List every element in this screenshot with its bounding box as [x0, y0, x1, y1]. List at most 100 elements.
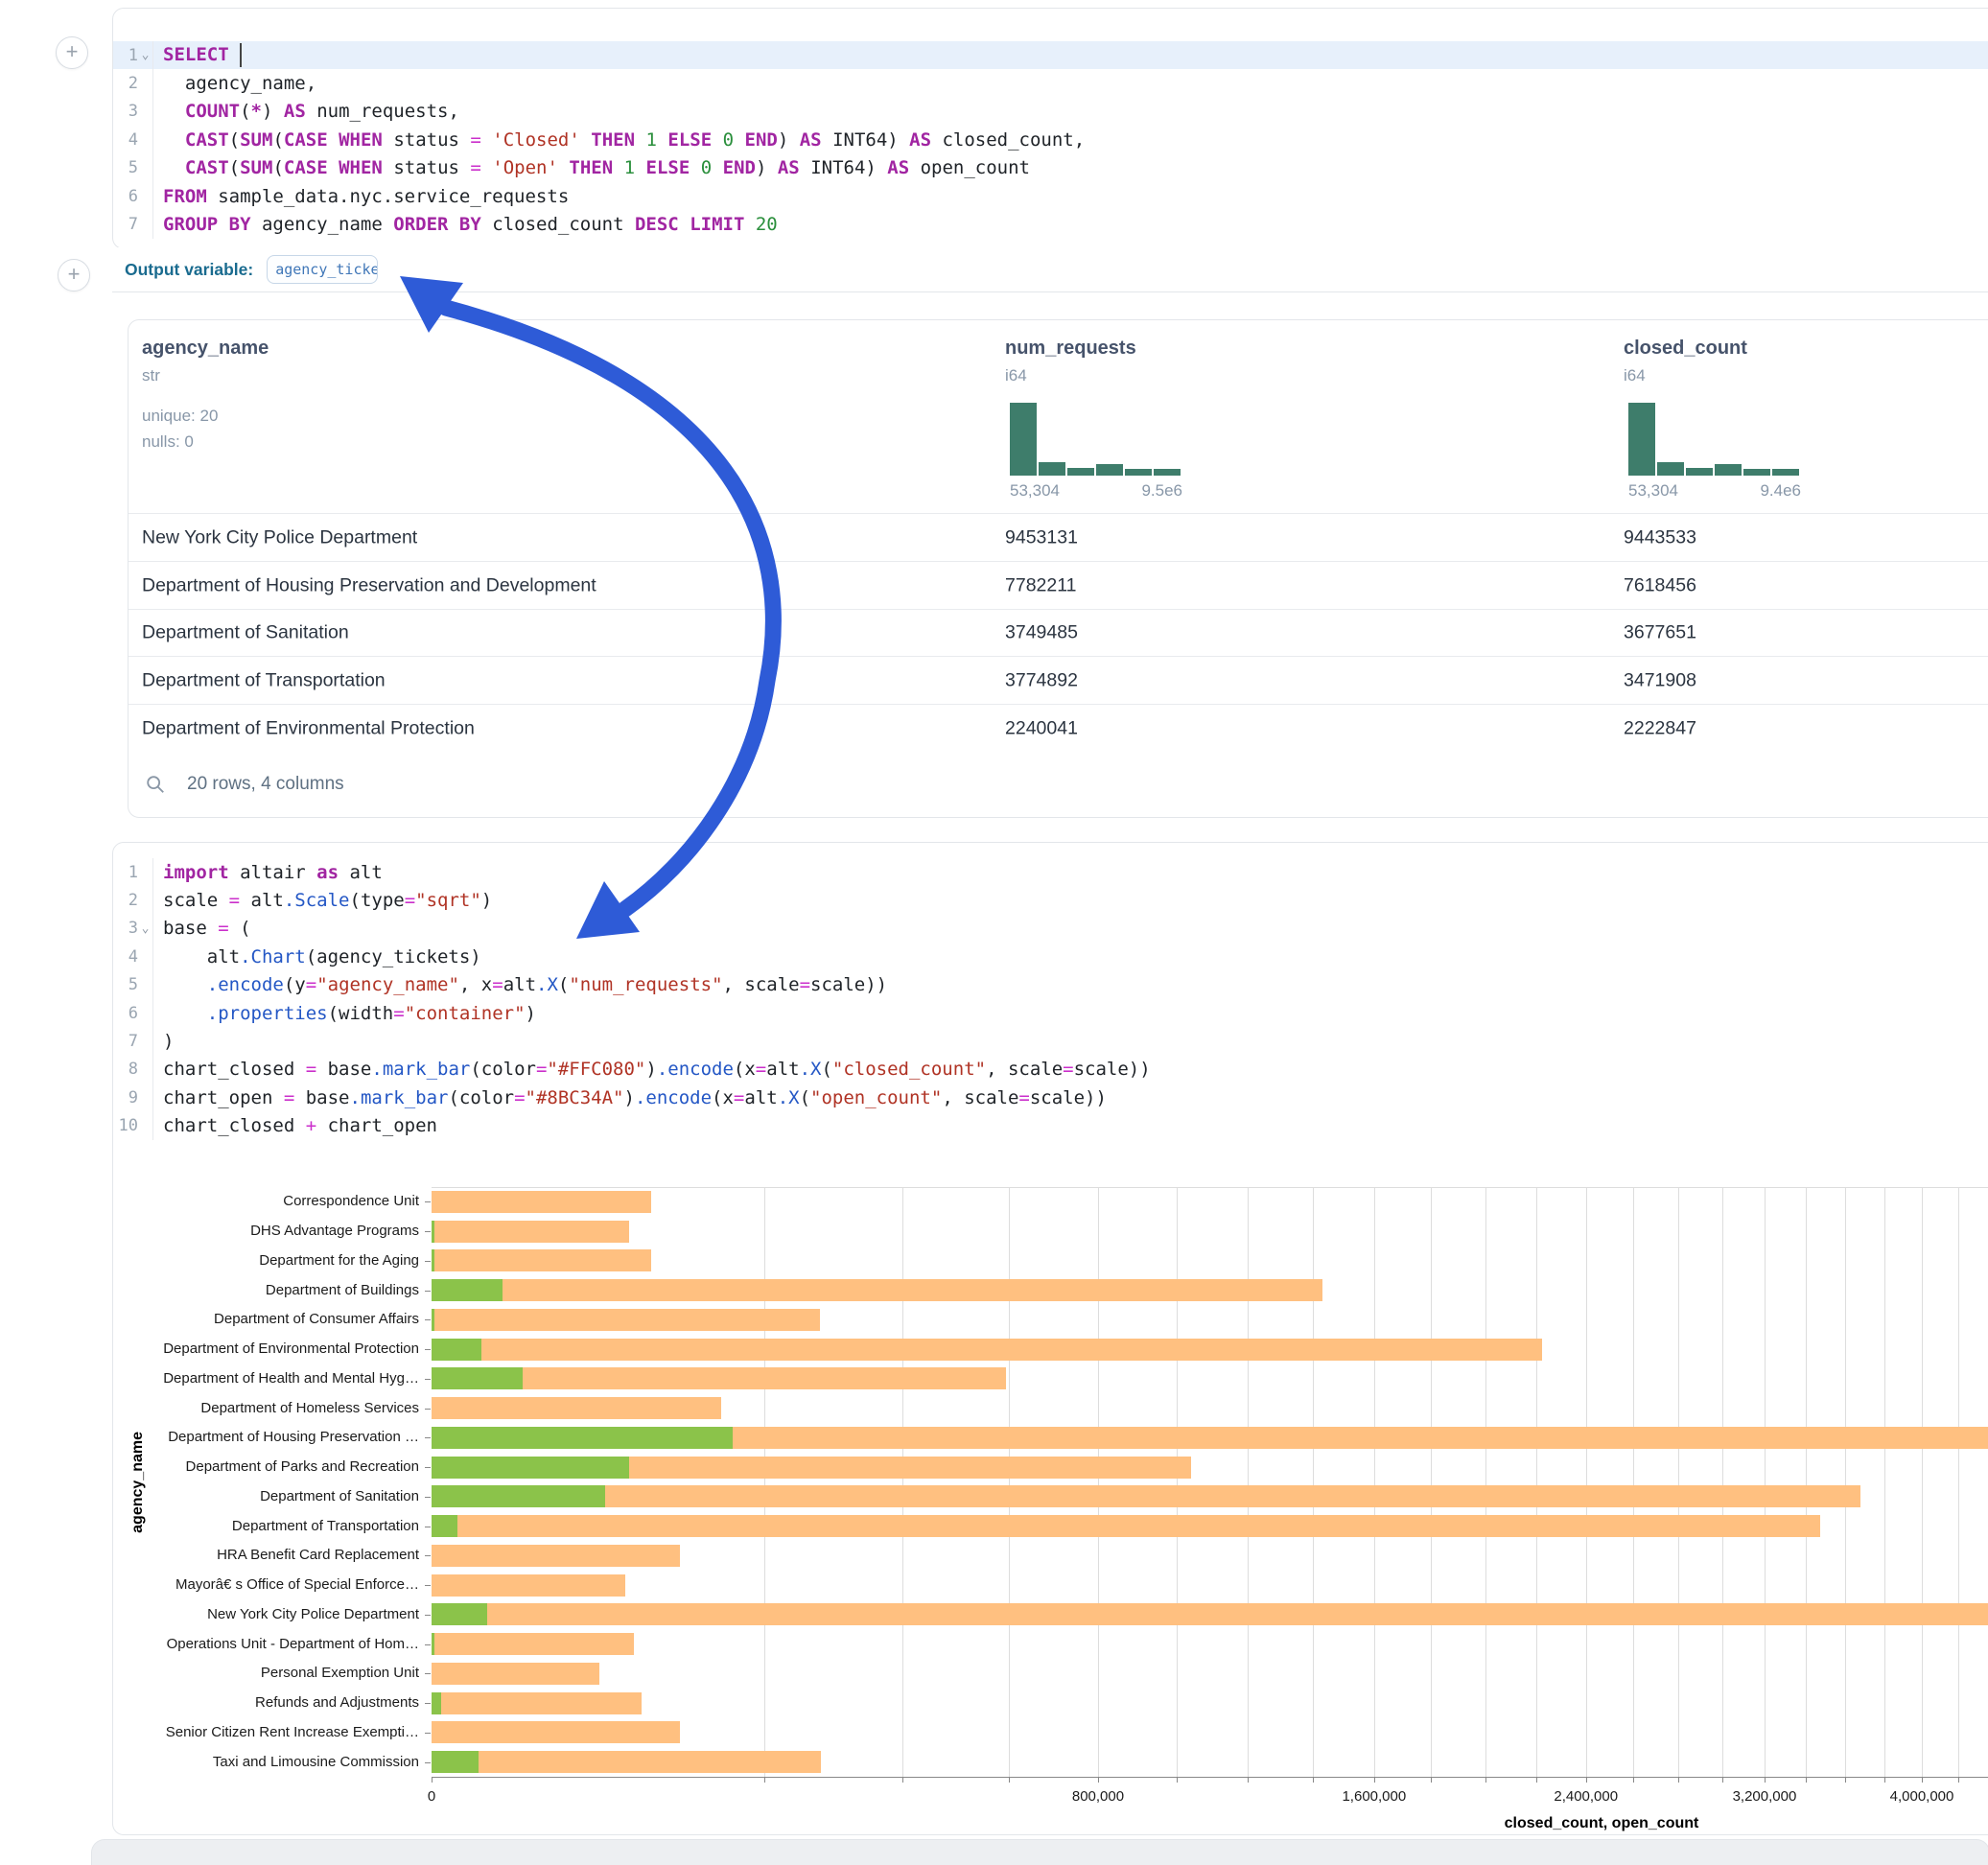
code-line[interactable]: 3 COUNT(*) AS num_requests,	[113, 98, 1988, 126]
cell-closed-count: 7618456	[1624, 574, 1696, 596]
histogram-min-label: 53,304	[1628, 481, 1678, 501]
line-number: 6	[113, 187, 138, 206]
chart-gridline	[1845, 1187, 1846, 1777]
column-header[interactable]: num_requests	[1005, 338, 1136, 360]
chart-gridline	[1009, 1187, 1010, 1777]
code-line[interactable]: 7GROUP BY agency_name ORDER BY closed_co…	[113, 210, 1988, 238]
column-header[interactable]: closed_count	[1624, 338, 1747, 360]
line-number: 4	[113, 130, 138, 150]
chart-gridline	[1722, 1187, 1723, 1777]
line-number: 5	[113, 158, 138, 177]
add-cell-button[interactable]: +	[56, 36, 88, 69]
y-axis-title-text: agency_name	[129, 1432, 147, 1533]
chart-gridline	[1633, 1187, 1634, 1777]
table-row[interactable]: Department of Environmental Protection22…	[129, 704, 1988, 753]
y-tick	[425, 1555, 431, 1556]
chart-gridline	[902, 1187, 903, 1777]
y-tick-label: Correspondence Unit	[113, 1193, 419, 1209]
cell-agency-name: Department of Sanitation	[142, 622, 349, 644]
bar-open-count	[432, 1249, 434, 1271]
bar-open-count	[432, 1692, 441, 1714]
bar-open-count	[432, 1367, 523, 1389]
table-row[interactable]: Department of Housing Preservation and D…	[129, 561, 1988, 610]
y-tick-label: Department for the Aging	[113, 1252, 419, 1269]
table-footer: 20 rows, 4 columns	[129, 754, 1988, 815]
fold-chevron-icon[interactable]: ⌄	[138, 49, 152, 61]
chart-gridline	[1922, 1187, 1923, 1777]
y-tick	[425, 1261, 431, 1262]
y-tick-label: HRA Benefit Card Replacement	[113, 1547, 419, 1563]
sql-editor[interactable]: 1⌄SELECT 2 agency_name,3 COUNT(*) AS num…	[113, 41, 1988, 239]
y-tick-label: Refunds and Adjustments	[113, 1694, 419, 1711]
plot-top-border	[432, 1187, 1988, 1188]
code-line[interactable]: 6FROM sample_data.nyc.service_requests	[113, 182, 1988, 210]
table-row[interactable]: Department of Sanitation37494853677651	[129, 609, 1988, 658]
y-tick	[425, 1644, 431, 1645]
y-tick-label: Department of Consumer Affairs	[113, 1311, 419, 1327]
next-cell-preview[interactable]	[91, 1839, 1988, 1865]
output-variable-pill[interactable]: agency_tickets	[267, 255, 378, 284]
cell-closed-count: 3471908	[1624, 670, 1696, 692]
y-tick-label: Department of Sanitation	[113, 1488, 419, 1504]
y-tick-label: DHS Advantage Programs	[113, 1223, 419, 1239]
histogram-bar	[1096, 464, 1123, 476]
bar-closed-count	[432, 1191, 651, 1213]
cell-num-requests: 9453131	[1005, 526, 1078, 548]
bar-closed-count	[432, 1603, 1988, 1625]
column-stat: unique: 20	[142, 407, 218, 426]
y-tick-label: Department of Transportation	[113, 1518, 419, 1534]
sql-cell: 1⌄SELECT 2 agency_name,3 COUNT(*) AS num…	[112, 8, 1988, 249]
code-line[interactable]: 4 CAST(SUM(CASE WHEN status = 'Closed' T…	[113, 126, 1988, 153]
y-tick-label: Department of Parks and Recreation	[113, 1458, 419, 1475]
column-type: str	[142, 366, 160, 385]
bar-closed-count	[432, 1545, 680, 1567]
table-row[interactable]: Department of Transportation377489234719…	[129, 656, 1988, 705]
y-tick-label: New York City Police Department	[113, 1606, 419, 1622]
x-tick-label: 800,000	[1072, 1788, 1124, 1805]
chart-gridline	[1806, 1187, 1807, 1777]
bar-open-count	[432, 1221, 434, 1243]
histogram-bar	[1067, 468, 1094, 476]
bar-closed-count	[432, 1751, 821, 1773]
cell-closed-count: 3677651	[1624, 622, 1696, 644]
bar-closed-count	[432, 1397, 721, 1419]
bar-closed-count	[432, 1692, 642, 1714]
x-axis-line	[432, 1777, 1988, 1778]
code-line[interactable]: 1⌄SELECT	[113, 41, 1988, 69]
bar-open-count	[432, 1339, 481, 1361]
cell-agency-name: New York City Police Department	[142, 526, 417, 548]
search-icon[interactable]	[145, 774, 166, 795]
x-tick-label: 1,600,000	[1342, 1788, 1406, 1805]
y-tick	[425, 1409, 431, 1410]
python-cell: 1import altair as alt2scale = alt.Scale(…	[112, 842, 1988, 1835]
code-line[interactable]: 2 agency_name,	[113, 69, 1988, 97]
y-tick	[425, 1231, 431, 1232]
cell-num-requests: 2240041	[1005, 718, 1078, 740]
histogram-bar	[1154, 469, 1181, 476]
bar-closed-count	[432, 1663, 599, 1685]
column-header[interactable]: agency_name	[142, 338, 269, 360]
cell-agency-name: Department of Transportation	[142, 670, 386, 692]
bar-open-count	[432, 1279, 503, 1301]
y-tick-label: Department of Housing Preservation …	[113, 1429, 419, 1445]
histogram-bar	[1715, 464, 1742, 476]
histogram-bar	[1743, 469, 1770, 476]
y-tick-label: Personal Exemption Unit	[113, 1665, 419, 1681]
chart-gridline	[1313, 1187, 1314, 1777]
chart-gridline	[1586, 1187, 1587, 1777]
output-variable-bar: Output variable: agency_tickets	[112, 247, 1988, 292]
line-number: 7	[113, 215, 138, 234]
table-row[interactable]: New York City Police Department945313194…	[129, 513, 1988, 562]
query-result-table: agency_name str unique: 20 nulls: 0 num_…	[128, 319, 1988, 818]
chart-gridline	[1374, 1187, 1375, 1777]
histogram-bar	[1686, 468, 1713, 476]
code-line[interactable]: 5 CAST(SUM(CASE WHEN status = 'Open' THE…	[113, 154, 1988, 182]
y-tick	[425, 1703, 431, 1704]
y-tick	[425, 1467, 431, 1468]
chart-gridline	[1536, 1187, 1537, 1777]
chart-gridline	[1177, 1187, 1178, 1777]
y-tick	[425, 1497, 431, 1498]
add-cell-button[interactable]: +	[58, 259, 90, 291]
chart-gridline	[1884, 1187, 1885, 1777]
histogram-bar	[1772, 469, 1799, 476]
